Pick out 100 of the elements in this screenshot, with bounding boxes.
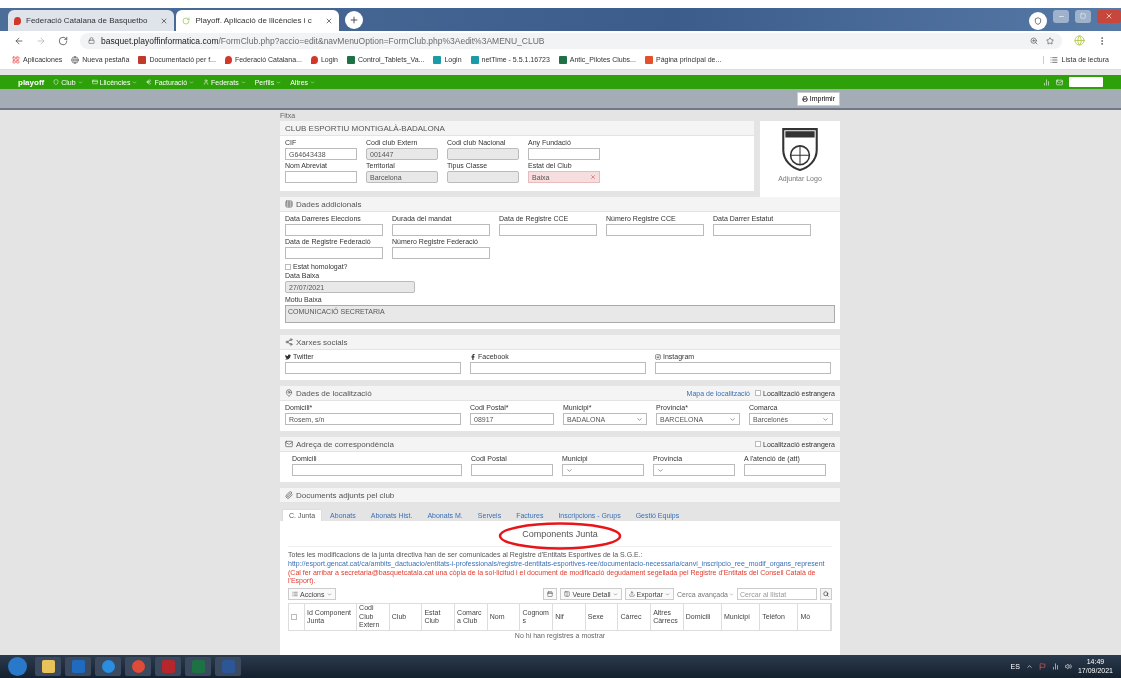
flag-icon[interactable] [1038,663,1046,670]
panel-title: Components Junta [522,528,598,539]
caret-icon [132,79,138,85]
paperclip-icon [285,491,293,499]
federation-logo[interactable] [1069,77,1103,87]
chevron-down-icon [657,466,664,474]
network-icon[interactable] [1051,663,1059,670]
close-button[interactable] [1097,9,1121,23]
forward-icon[interactable] [36,35,46,46]
address-bar[interactable]: basquet.playoffinformatica.com/FormClub.php?accio=edit&navMenuOption=FormClub.php%3Aedit%3AMENU_CLUB [80,32,1062,49]
volume-icon[interactable] [1064,663,1072,670]
input-field[interactable] [392,224,490,236]
select-field[interactable] [653,464,735,476]
spreadsheet-icon [558,55,567,64]
select-field[interactable] [562,464,644,476]
mail-icon[interactable] [1056,78,1063,86]
upload-icon [628,591,635,597]
section-title: Documents adjunts pel club [296,490,395,500]
caret-icon [612,591,618,597]
new-tab-button[interactable] [344,11,363,29]
close-icon[interactable] [160,16,169,25]
input-field[interactable] [447,171,519,183]
input-field[interactable] [392,247,490,259]
input-field[interactable] [285,171,357,183]
camera-icon [655,354,661,360]
office-icon [644,55,653,64]
table-icon [285,200,293,208]
input-field[interactable] [285,224,383,236]
taskbar-button[interactable] [125,657,151,676]
profile-button[interactable] [1029,12,1047,30]
caret-icon [240,79,246,85]
input-field[interactable] [285,247,383,259]
caret-icon [729,591,734,597]
bird-icon [285,354,291,360]
browser-tab[interactable]: Federació Catalana de Basquetbo [8,10,175,31]
calendar-button[interactable] [543,588,558,600]
site-icon [14,16,21,25]
site-icon [433,55,442,64]
input-field[interactable] [713,224,811,236]
plus-icon [348,15,359,25]
euro-icon [146,79,153,85]
caret-icon [189,79,195,85]
lock-icon [88,37,95,44]
globe-icon [71,55,80,64]
chevron-down-icon [729,415,736,423]
site-icon [224,55,232,64]
back-icon[interactable] [14,35,24,46]
input-field[interactable] [292,464,462,476]
input-field[interactable] [528,148,600,160]
section-title: Dades de localització [296,388,372,398]
clear-icon [590,174,596,180]
input-field[interactable] [606,224,704,236]
card-icon [91,79,98,85]
user-icon [203,79,210,85]
browser-tab[interactable]: Playoff. Aplicació de llicències i c [176,10,339,31]
input-field[interactable] [744,464,826,476]
chevron-down-icon [566,466,573,474]
caret-icon [326,591,332,597]
club-name: CLUB ESPORTIU MONTIGALÀ-BADALONA [285,123,445,133]
input-field[interactable] [655,362,831,374]
loading-icon [182,16,191,25]
star-icon[interactable] [1046,36,1054,45]
url-text: basquet.playoffinformatica.com/FormClub.php?accio=edit&navMenuOption=FormClub.php%3Aedit%3AMENU_CLUB [101,35,545,46]
close-icon [1105,12,1113,20]
map-pin-icon [285,389,293,397]
close-icon[interactable] [324,16,333,25]
maximize-button[interactable] [1075,9,1091,23]
site-icon [470,55,479,64]
taskbar-button[interactable] [95,657,121,676]
section-title: Xarxes socials [296,337,348,347]
chart-icon[interactable] [1043,78,1050,86]
avatar-icon[interactable] [1074,35,1085,46]
tab-title: Playoff. Aplicació de llicències i c [195,16,312,25]
search-button[interactable] [820,588,832,600]
shield-icon [53,79,60,85]
section-title: Dades addicionals [296,199,362,209]
caret-icon [310,79,316,85]
app-icon [101,660,115,673]
input-field[interactable] [499,224,597,236]
caret-icon [665,591,670,597]
club-crest-drawing [780,126,820,172]
reload-icon[interactable] [58,35,68,46]
select-all-checkbox[interactable] [291,614,297,620]
site-icon [310,55,318,64]
taskbar-button[interactable] [35,657,61,676]
spreadsheet-icon [347,55,355,64]
caret-icon [276,79,282,85]
input-field[interactable] [470,362,646,374]
caret-icon [77,79,83,85]
envelope-icon [285,440,293,448]
input-field[interactable] [471,464,553,476]
zoom-icon[interactable] [1030,36,1038,45]
input-field[interactable] [447,148,519,160]
share-icon [285,338,293,346]
input-field[interactable] [285,362,461,374]
start-button[interactable] [8,657,27,676]
minimize-button[interactable] [1053,9,1069,23]
list-icon [292,591,298,597]
chevron-down-icon [636,415,643,423]
site-icon [138,55,147,64]
